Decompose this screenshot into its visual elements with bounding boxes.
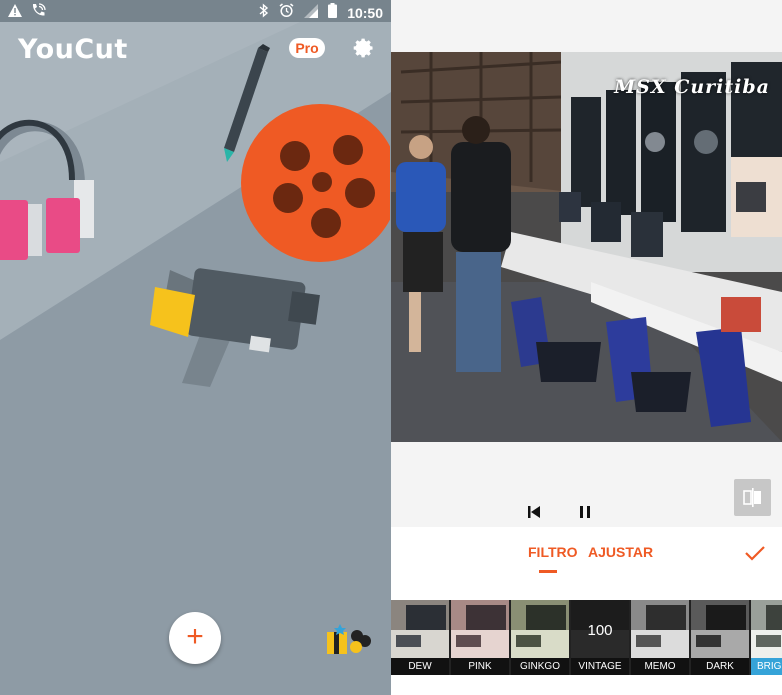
filter-intensity-value: 100 (587, 622, 613, 639)
pause-icon[interactable] (577, 503, 593, 521)
headphones-illustration (0, 119, 94, 260)
status-bar: 10:50 (0, 0, 391, 22)
tab-ajustar[interactable]: AJUSTAR (588, 544, 653, 560)
filter-thumbnail (391, 600, 449, 658)
filter-thumbnail (691, 600, 749, 658)
active-tab-indicator (539, 570, 557, 573)
filter-editor-screen: MSX Curitiba FILTRO AJUSTAR DEW PINK GIN… (391, 0, 782, 695)
filter-list: DEW PINK GINKGO 100 VINTAGE MEMO DARK BR… (391, 600, 782, 675)
ad-gift-icon[interactable] (326, 622, 372, 656)
filter-pink[interactable]: PINK (451, 600, 511, 675)
clock-time: 10:50 (347, 4, 383, 21)
compare-button[interactable] (734, 479, 771, 516)
video-frame-image (391, 52, 782, 442)
pro-badge-button[interactable]: Pro (289, 38, 325, 58)
filter-thumbnail (511, 600, 569, 658)
bluetooth-icon (259, 3, 269, 22)
filter-dew[interactable]: DEW (391, 600, 451, 675)
filter-label: DARK (691, 658, 749, 675)
filter-label: GINKGO (511, 658, 569, 675)
filter-thumbnail (631, 600, 689, 658)
filter-label: BRIGHT-0 (751, 658, 782, 675)
compare-icon (743, 488, 761, 507)
video-camera-illustration (150, 268, 320, 387)
phone-wifi-icon (30, 3, 46, 22)
confirm-check-icon[interactable] (743, 541, 767, 565)
gear-icon[interactable] (352, 36, 376, 60)
filter-label: MEMO (631, 658, 689, 675)
filter-dark[interactable]: DARK (691, 600, 751, 675)
filter-thumbnail (751, 600, 782, 658)
video-text-overlay: MSX Curitiba (614, 76, 770, 98)
filter-label: PINK (451, 658, 509, 675)
video-preview[interactable]: MSX Curitiba (391, 52, 782, 442)
alarm-icon (279, 3, 294, 22)
youcut-home-screen: 10:50 YouCut Pro + (0, 0, 391, 695)
add-project-button[interactable]: + (169, 612, 221, 664)
filter-label: VINTAGE (571, 658, 629, 675)
tab-filtro[interactable]: FILTRO (528, 544, 578, 560)
skip-to-start-icon[interactable] (525, 503, 543, 521)
filter-thumbnail (451, 600, 509, 658)
filter-bright[interactable]: BRIGHT-0 (751, 600, 782, 675)
film-reel-illustration (241, 104, 390, 262)
battery-icon (328, 3, 338, 22)
filter-vintage[interactable]: 100 VINTAGE (571, 600, 631, 675)
filter-label: DEW (391, 658, 449, 675)
signal-icon (304, 3, 319, 22)
filter-memo[interactable]: MEMO (631, 600, 691, 675)
app-logo: YouCut (18, 34, 128, 65)
filter-ginkgo[interactable]: GINKGO (511, 600, 571, 675)
bottom-bar (391, 675, 782, 695)
editor-tabs-bar: FILTRO AJUSTAR (391, 527, 782, 600)
warning-icon (8, 4, 22, 21)
